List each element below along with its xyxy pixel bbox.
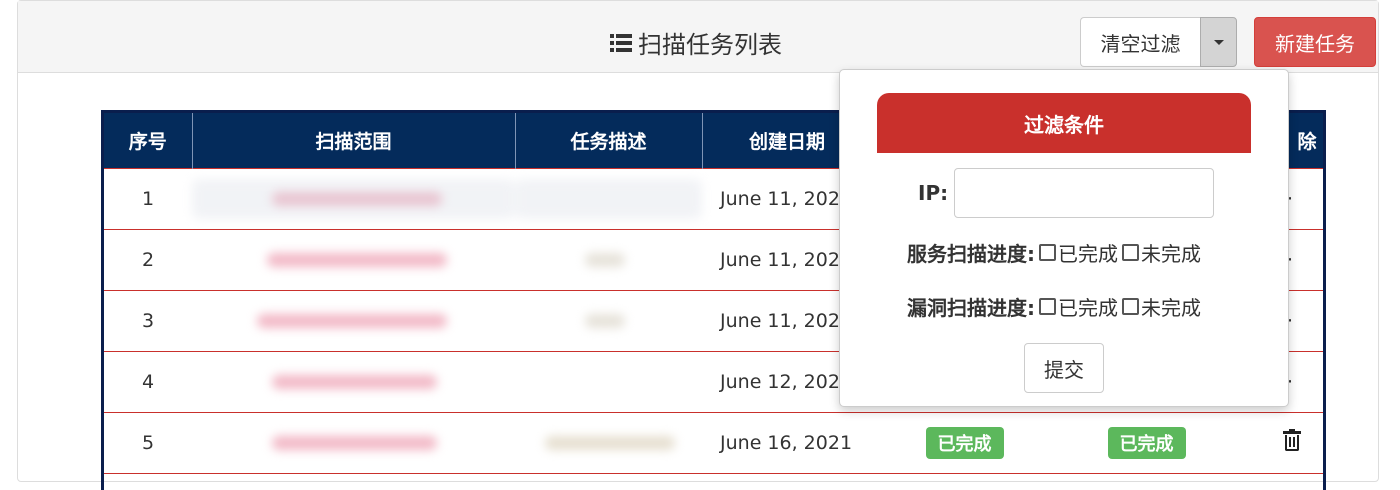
- created-date-cell: June 16, 2021: [702, 411, 872, 473]
- service-done-checkbox[interactable]: [1039, 244, 1056, 261]
- vuln-done-checkbox[interactable]: [1039, 298, 1056, 315]
- description-cell: [515, 167, 702, 229]
- list-icon: [610, 33, 632, 53]
- scan-range-cell: [192, 289, 515, 351]
- delete-cell: [1236, 411, 1323, 473]
- scan-range-cell: [192, 228, 515, 290]
- trash-icon[interactable]: [1283, 429, 1301, 451]
- vuln-done-label: 已完成: [1058, 296, 1118, 320]
- vuln-progress-label: 漏洞扫描进度:: [907, 296, 1035, 320]
- vuln-progress-row: 漏洞扫描进度: 已完成 未完成: [907, 292, 1201, 321]
- chevron-down-icon: [1213, 39, 1224, 45]
- clear-filter-button[interactable]: 清空过滤: [1080, 17, 1200, 67]
- new-task-button[interactable]: 新建任务: [1254, 17, 1376, 67]
- ip-filter-row: IP:: [918, 168, 1215, 218]
- col-scan-range: 扫描范围: [192, 113, 516, 168]
- description-cell: [515, 228, 702, 290]
- scan-range-cell: [192, 167, 515, 229]
- service-progress-label: 服务扫描进度:: [907, 242, 1035, 266]
- service-done-label: 已完成: [1058, 242, 1118, 266]
- description-cell: [515, 350, 702, 412]
- ip-input[interactable]: [954, 168, 1215, 218]
- vuln-status-cell: 已完成: [1057, 411, 1236, 473]
- row-index: 3: [104, 289, 192, 351]
- description-cell: [515, 411, 702, 473]
- scan-range-cell: [192, 350, 515, 412]
- status-badge: 已完成: [1107, 426, 1186, 459]
- status-badge: 已完成: [925, 426, 1004, 459]
- page-title: 扫描任务列表: [610, 25, 782, 60]
- submit-button[interactable]: 提交: [1024, 343, 1104, 393]
- description-cell: [515, 289, 702, 351]
- scan-range-cell: [192, 411, 515, 473]
- clear-filter-group: 清空过滤: [1080, 17, 1237, 67]
- service-status-cell: 已完成: [872, 411, 1057, 473]
- filter-popover: 过滤条件 IP: 服务扫描进度: 已完成 未完成 漏洞扫描进度: 已完成 未完成…: [839, 69, 1289, 407]
- ip-label: IP:: [918, 181, 949, 205]
- row-index: 1: [104, 167, 192, 229]
- col-index: 序号: [104, 113, 193, 168]
- table-row[interactable]: 5 June 16, 2021 已完成 已完成: [104, 411, 1323, 473]
- row-index: 2: [104, 228, 192, 290]
- service-undone-label: 未完成: [1141, 242, 1201, 266]
- row-index: 4: [104, 350, 192, 412]
- filter-dropdown-toggle[interactable]: [1200, 17, 1237, 67]
- service-progress-row: 服务扫描进度: 已完成 未完成: [907, 238, 1201, 267]
- row-index: 5: [104, 411, 192, 473]
- service-undone-checkbox[interactable]: [1122, 244, 1139, 261]
- panel-heading: 扫描任务列表 清空过滤 新建任务: [18, 1, 1378, 73]
- vuln-undone-checkbox[interactable]: [1122, 298, 1139, 315]
- vuln-undone-label: 未完成: [1141, 296, 1201, 320]
- page-title-text: 扫描任务列表: [638, 31, 782, 59]
- filter-popover-title: 过滤条件: [877, 93, 1251, 153]
- col-description: 任务描述: [515, 113, 703, 168]
